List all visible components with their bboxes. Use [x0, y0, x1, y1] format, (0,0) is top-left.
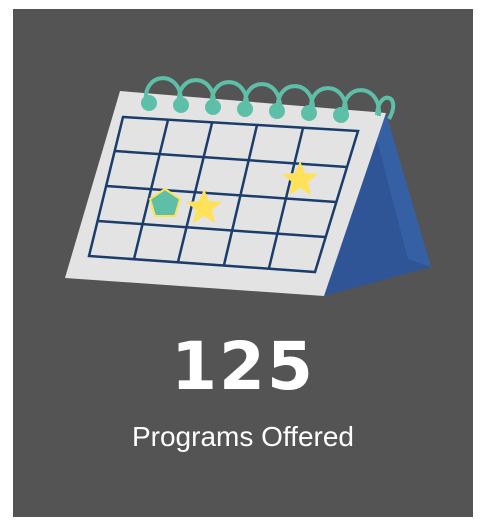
stat-card: 125 Programs Offered — [13, 9, 473, 517]
stat-label: Programs Offered — [131, 421, 355, 452]
stat-number: 125 — [171, 328, 315, 405]
desk-calendar-icon — [65, 76, 431, 296]
